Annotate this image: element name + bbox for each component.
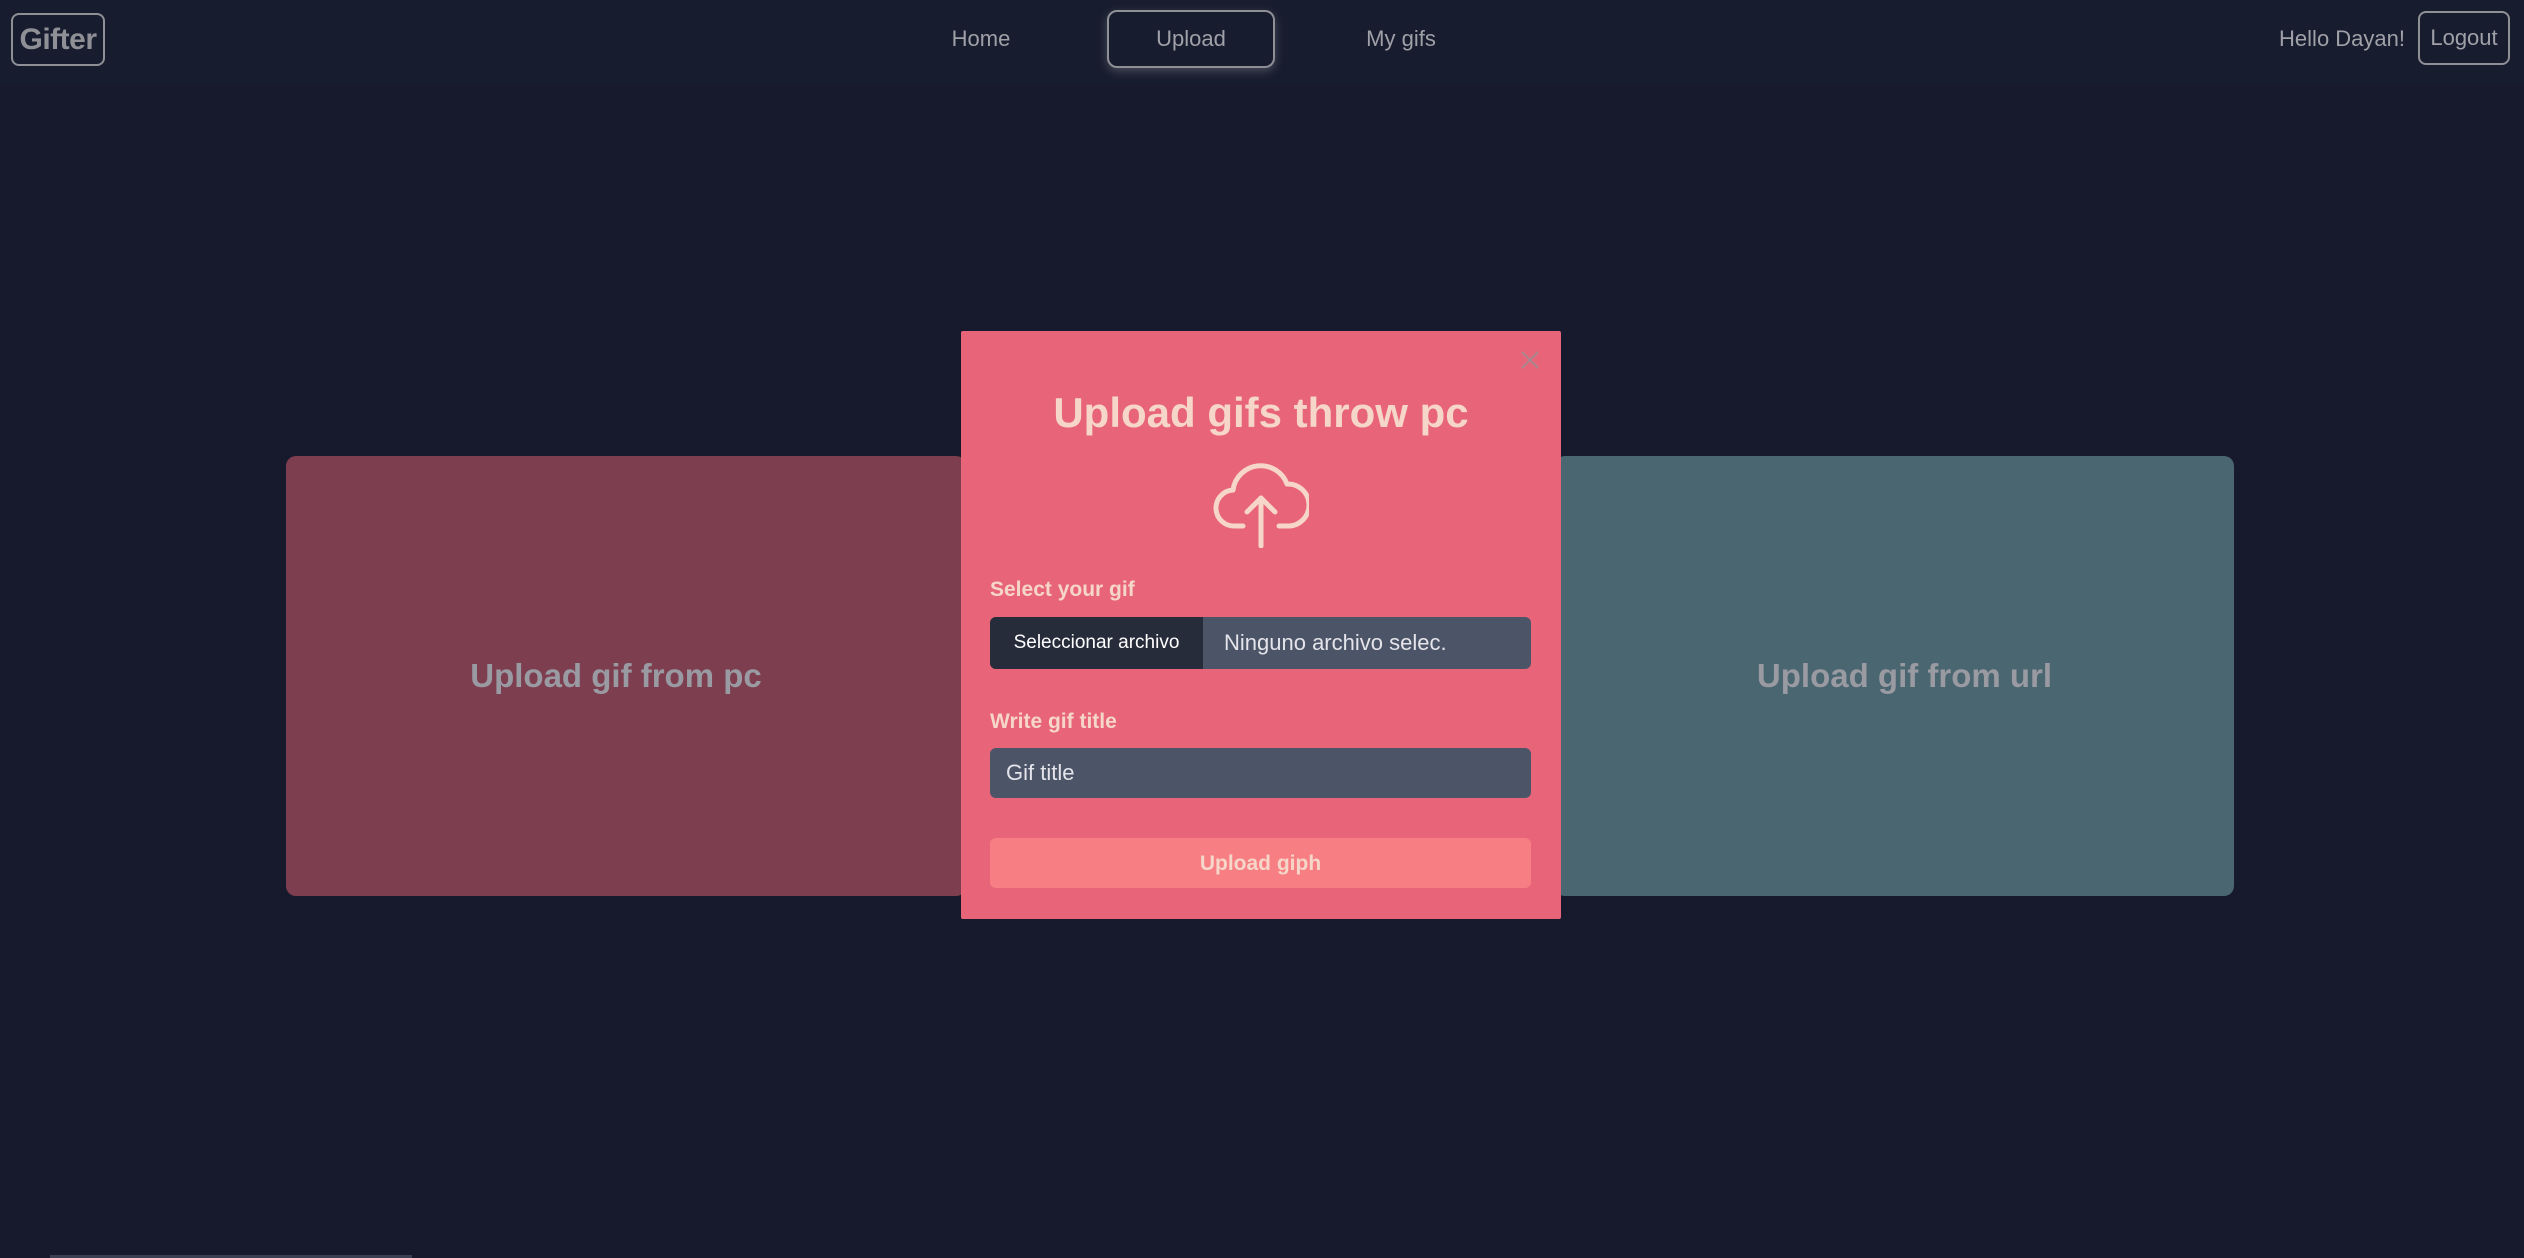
nav-upload-link[interactable]: Upload xyxy=(1107,10,1275,68)
close-icon[interactable] xyxy=(1517,347,1543,373)
navbar: Gifter Home Upload My gifs Hello Dayan! … xyxy=(0,0,2524,84)
modal-title: Upload gifs throw pc xyxy=(1053,389,1469,436)
upload-submit-button[interactable]: Upload giph xyxy=(990,838,1531,888)
logo[interactable]: Gifter xyxy=(11,13,105,66)
file-status-text: Ninguno archivo selec. xyxy=(1224,630,1447,655)
upload-from-url-label: Upload gif from url xyxy=(1756,657,2053,694)
gif-title-input[interactable] xyxy=(990,748,1531,798)
gif-file-input[interactable]: Seleccionar archivo Ninguno archivo sele… xyxy=(990,617,1531,669)
upload-modal: Upload gifs throw pc Select your gif Sel… xyxy=(961,331,1561,919)
nav-my-gifs-link[interactable]: My gifs xyxy=(1353,10,1449,68)
nav-home-link[interactable]: Home xyxy=(930,10,1032,68)
cloud-upload-icon xyxy=(1213,463,1309,548)
logout-button[interactable]: Logout xyxy=(2418,11,2510,65)
choose-file-button[interactable]: Seleccionar archivo xyxy=(990,617,1203,669)
select-gif-label: Select your gif xyxy=(990,578,1135,601)
upload-from-url-card[interactable]: Upload gif from url xyxy=(1555,456,2234,896)
upload-from-pc-card[interactable]: Upload gif from pc xyxy=(286,456,966,896)
upload-from-pc-label: Upload gif from pc xyxy=(470,657,762,694)
user-greeting: Hello Dayan! xyxy=(2279,26,2405,51)
gif-title-label: Write gif title xyxy=(990,710,1117,733)
